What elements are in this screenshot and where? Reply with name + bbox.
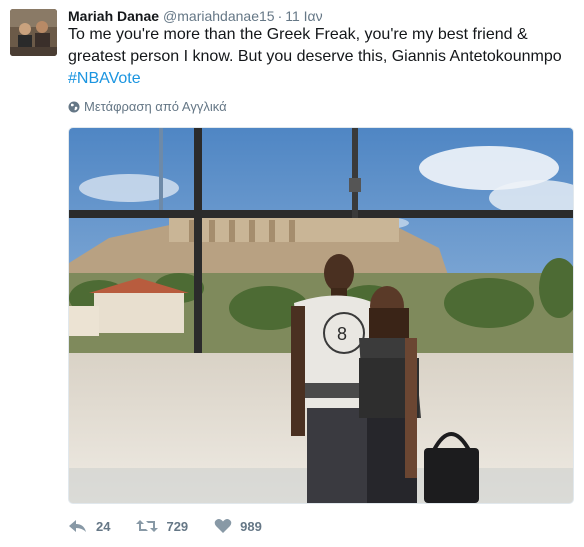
separator-dot: · (277, 8, 283, 24)
reply-icon (69, 520, 86, 532)
retweet-count: 729 (166, 518, 189, 534)
retweet-button[interactable]: 729 (136, 518, 188, 534)
tweet-text-main: To me you're more than the Greek Freak, … (68, 26, 562, 65)
globe-icon (68, 101, 80, 113)
like-count: 989 (240, 518, 262, 534)
avatar[interactable] (10, 9, 57, 56)
author-handle[interactable]: @mariahdanae15 (163, 8, 275, 24)
translate-link[interactable]: Μετάφραση από Αγγλικά (68, 99, 227, 115)
tweet-timestamp[interactable]: 11 Ιαν (285, 8, 322, 24)
tweet-actions: 24 729 989 (68, 514, 288, 538)
svg-text:8: 8 (337, 324, 347, 344)
tweet-photo[interactable]: 8 (68, 127, 574, 504)
translate-label: Μετάφραση από Αγγλικά (84, 99, 227, 114)
heart-icon (214, 519, 232, 533)
reply-count: 24 (96, 518, 111, 534)
like-button[interactable]: 989 (214, 518, 262, 534)
author-name[interactable]: Mariah Danae (68, 8, 159, 24)
reply-button[interactable]: 24 (68, 518, 110, 534)
tweet-text: To me you're more than the Greek Freak, … (68, 24, 574, 90)
tweet-card[interactable]: Mariah Danae @mariahdanae15 · 11 Ιαν To me … (0, 0, 584, 547)
tweet-header: Mariah Danae @mariahdanae15 · 11 Ιαν (68, 8, 323, 24)
retweet-icon (136, 520, 159, 532)
hashtag-link[interactable]: #NBAVote (68, 70, 141, 87)
